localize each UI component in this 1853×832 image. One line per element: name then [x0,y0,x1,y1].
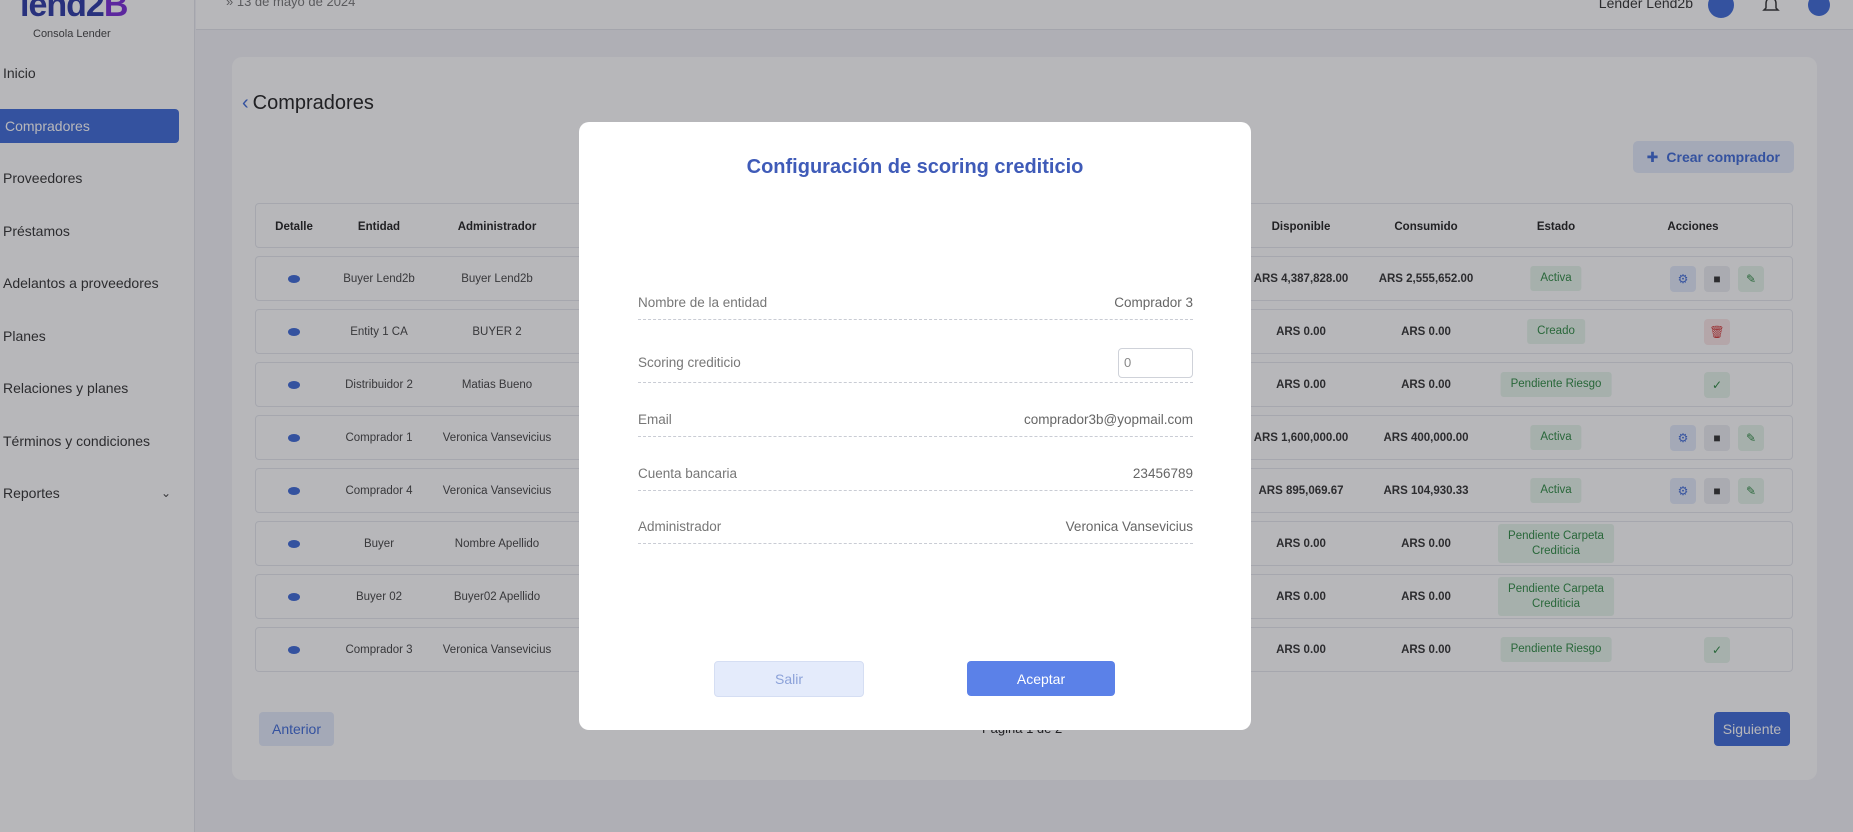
modal-title: Configuración de scoring crediticio [746,156,1084,178]
scoring-modal: Configuración de scoring crediticio Nomb… [579,122,1251,730]
field-administrator: Administrador Veronica Vansevicius [638,510,1193,544]
field-email: Email comprador3b@yopmail.com [638,403,1193,437]
field-credit-score: Scoring crediticio 0 [638,343,1193,383]
field-bank-account: Cuenta bancaria 23456789 [638,457,1193,491]
cancel-button[interactable]: Salir [714,661,864,697]
accept-button[interactable]: Aceptar [967,661,1115,696]
credit-score-input[interactable]: 0 [1118,347,1193,378]
field-entity-name: Nombre de la entidad Comprador 3 [638,286,1193,320]
